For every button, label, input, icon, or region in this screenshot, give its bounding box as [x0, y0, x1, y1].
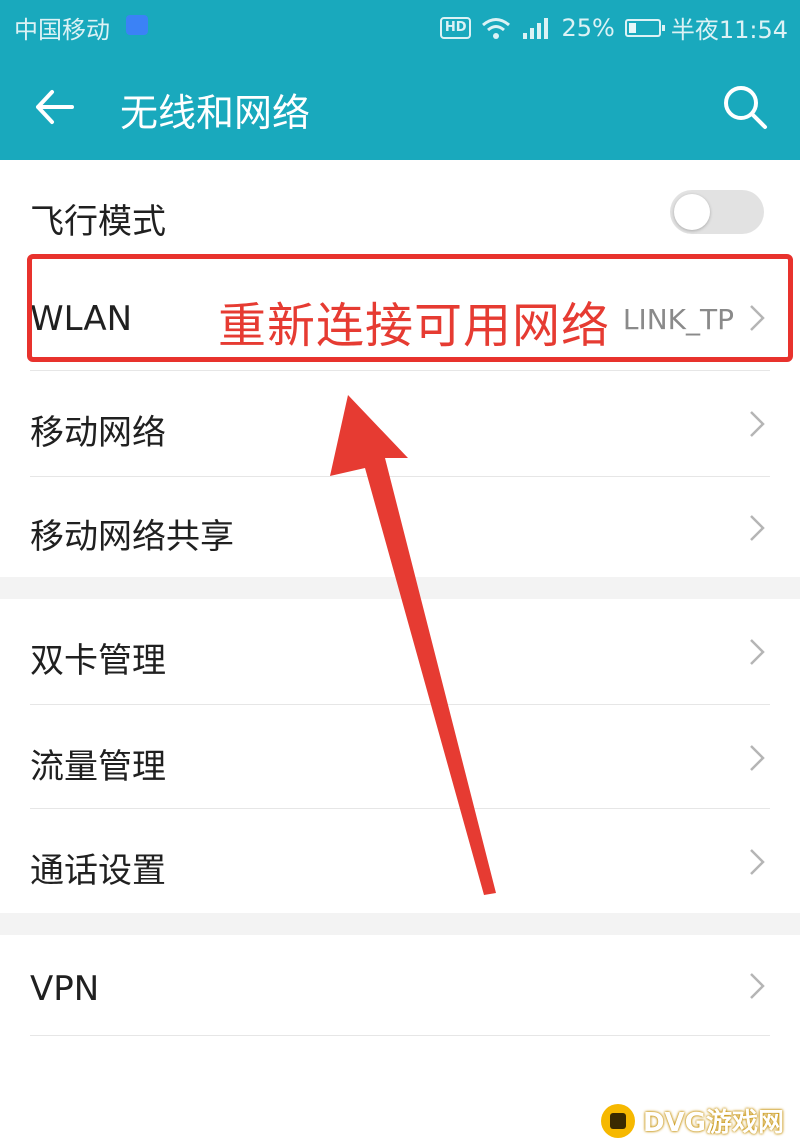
- dual-sim-row[interactable]: 双卡管理: [0, 599, 800, 704]
- hotspot-label: 移动网络共享: [30, 517, 234, 557]
- battery-icon: [624, 18, 665, 37]
- vpn-label: VPN: [30, 969, 100, 1009]
- chevron-right-icon: [750, 515, 765, 541]
- status-bar: 中国移动 HD 25% 半夜11:54: [0, 0, 800, 52]
- page-title: 无线和网络: [120, 91, 311, 135]
- battery-percent: 25%: [561, 13, 615, 42]
- chevron-right-icon: [750, 973, 765, 999]
- app-header: 中国移动 HD 25% 半夜11:54 无线和网络: [0, 0, 800, 160]
- search-icon[interactable]: [720, 82, 770, 132]
- site-watermark: DVG游戏网: [600, 1102, 784, 1139]
- carrier-name: 中国移动: [14, 16, 110, 44]
- toggle-knob: [674, 194, 710, 230]
- airplane-mode-label: 飞行模式: [30, 202, 166, 242]
- arrow-left-icon[interactable]: [32, 84, 78, 130]
- data-usage-row[interactable]: 流量管理: [0, 705, 800, 808]
- call-settings-label: 通话设置: [30, 851, 166, 891]
- wifi-icon: [482, 17, 511, 39]
- chevron-right-icon: [750, 849, 765, 875]
- carrier-app-icon: [126, 15, 148, 35]
- battery-fill: [628, 22, 636, 33]
- airplane-mode-row[interactable]: 飞行模式: [0, 160, 800, 265]
- mobile-network-label: 移动网络: [30, 413, 166, 453]
- cell-signal-icon: [523, 17, 549, 39]
- hd-icon: HD: [439, 16, 472, 39]
- annotation-text: 重新连接可用网络: [218, 298, 611, 354]
- dual-sim-label: 双卡管理: [30, 641, 166, 681]
- section-gap: [0, 577, 800, 599]
- vpn-row[interactable]: VPN: [0, 935, 800, 1035]
- mobile-network-row[interactable]: 移动网络: [0, 371, 800, 476]
- watermark-text: DVG游戏网: [642, 1108, 784, 1138]
- clock: 半夜11:54: [670, 16, 788, 44]
- section-gap: [0, 913, 800, 935]
- data-usage-label: 流量管理: [30, 747, 166, 787]
- chevron-right-icon: [750, 411, 765, 437]
- airplane-mode-toggle[interactable]: [670, 190, 764, 234]
- gamepad-logo-icon: [600, 1103, 635, 1138]
- divider: [30, 1035, 770, 1036]
- chevron-right-icon: [750, 639, 765, 665]
- hotspot-row[interactable]: 移动网络共享: [0, 477, 800, 577]
- chevron-right-icon: [750, 745, 765, 771]
- call-settings-row[interactable]: 通话设置: [0, 809, 800, 913]
